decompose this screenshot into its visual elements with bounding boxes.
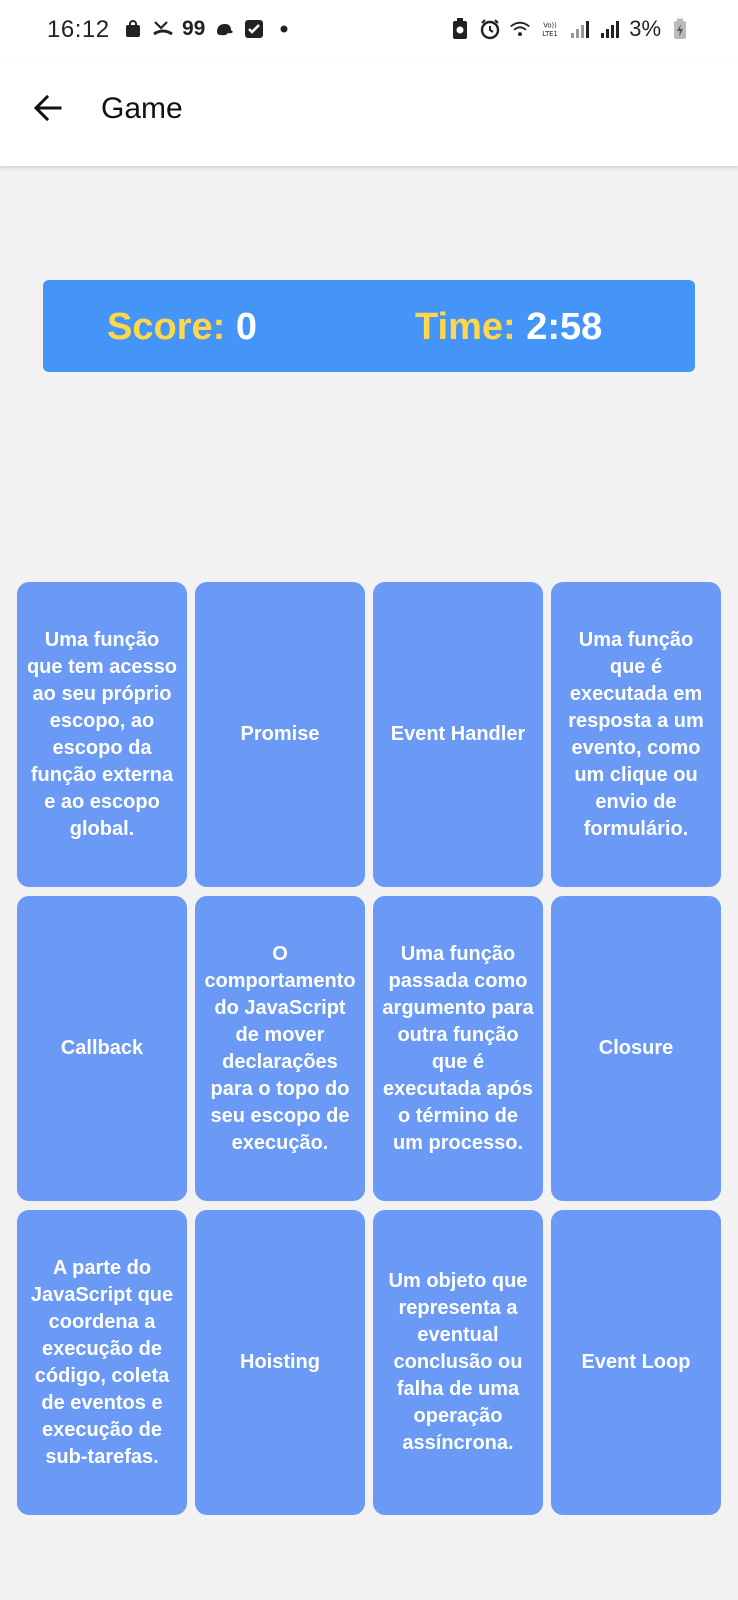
missed-call-icon bbox=[152, 18, 174, 40]
card[interactable]: Uma função que é executada em resposta a… bbox=[551, 582, 721, 887]
alarm-icon bbox=[479, 18, 501, 40]
dot-icon bbox=[273, 18, 295, 40]
card-text: Promise bbox=[240, 723, 320, 745]
time-label: Time: bbox=[415, 306, 516, 348]
page-title: Game bbox=[101, 92, 183, 125]
shopping-bag-icon bbox=[122, 18, 144, 40]
card[interactable]: Hoisting bbox=[195, 1210, 365, 1515]
card-text: Uma função que tem acesso ao seu próprio… bbox=[26, 628, 178, 840]
app-bar: Game bbox=[0, 60, 738, 166]
card-text: Event Handler bbox=[390, 723, 526, 745]
card[interactable]: Closure bbox=[551, 896, 721, 1201]
battery-saver-icon bbox=[449, 18, 471, 40]
status-right-icons: Vo)) LTE1 3% bbox=[449, 16, 691, 42]
battery-percent: 3% bbox=[629, 16, 661, 41]
signal-icon bbox=[569, 18, 591, 40]
score-value: 0 bbox=[235, 306, 257, 348]
timer-display: Time: 2:58 bbox=[415, 306, 602, 349]
notification-app-icon bbox=[213, 18, 235, 40]
svg-text:LTE1: LTE1 bbox=[542, 30, 558, 38]
card[interactable]: Uma função que tem acesso ao seu próprio… bbox=[17, 582, 187, 887]
card-text: Event Loop bbox=[581, 1351, 691, 1373]
signal-icon-2 bbox=[599, 18, 621, 40]
status-left-icons: 99 bbox=[122, 17, 295, 41]
time-value: 2:58 bbox=[526, 306, 603, 348]
card[interactable]: Event Loop bbox=[551, 1210, 721, 1515]
card-text: A parte do JavaScript que coordena a exe… bbox=[30, 1256, 174, 1468]
score-display: Score: 0 bbox=[107, 306, 257, 349]
status-bar: 16:12 99 Vo)) LTE1 3% bbox=[0, 0, 738, 60]
card-text: Hoisting bbox=[240, 1351, 320, 1373]
wifi-icon bbox=[509, 18, 531, 40]
card[interactable]: A parte do JavaScript que coordena a exe… bbox=[17, 1210, 187, 1515]
arrow-back-icon bbox=[33, 94, 62, 122]
checkbox-icon bbox=[243, 18, 265, 40]
card[interactable]: Event Handler bbox=[373, 582, 543, 887]
card[interactable]: O comportamento do JavaScript de mover d… bbox=[195, 896, 365, 1201]
back-button[interactable] bbox=[28, 88, 68, 128]
volte-lte-icon: Vo)) LTE1 bbox=[539, 18, 561, 40]
card-text: Uma função que é executada em resposta a… bbox=[568, 628, 704, 840]
card[interactable]: Uma função passada como argumento para o… bbox=[373, 896, 543, 1201]
card-text: Callback bbox=[60, 1037, 144, 1059]
svg-text:Vo)): Vo)) bbox=[543, 21, 557, 29]
notification-count: 99 bbox=[182, 17, 206, 40]
card[interactable]: Um objeto que representa a eventual conc… bbox=[373, 1210, 543, 1515]
score-label: Score: bbox=[107, 306, 226, 348]
card-text: Uma função passada como argumento para o… bbox=[382, 942, 534, 1154]
card-grid: Uma função que tem acesso ao seu próprio… bbox=[17, 582, 722, 1515]
scoreboard: Score: 0 Time: 2:58 bbox=[43, 280, 695, 372]
status-time: 16:12 bbox=[47, 16, 110, 43]
card[interactable]: Callback bbox=[17, 896, 187, 1201]
card[interactable]: Promise bbox=[195, 582, 365, 887]
card-text: O comportamento do JavaScript de mover d… bbox=[204, 942, 356, 1154]
card-text: Closure bbox=[598, 1037, 674, 1059]
card-text: Um objeto que representa a eventual conc… bbox=[388, 1270, 528, 1454]
battery-icon bbox=[669, 18, 691, 40]
